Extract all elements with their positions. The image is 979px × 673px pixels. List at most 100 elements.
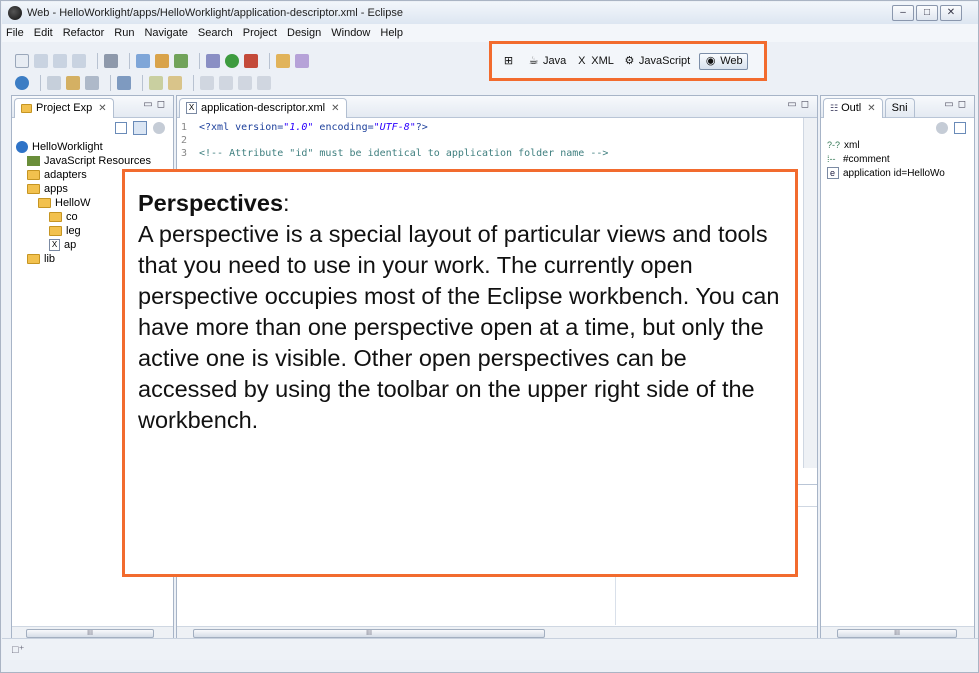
back-icon[interactable] — [238, 76, 252, 90]
callout-heading-colon: : — [283, 190, 290, 216]
maximize-button[interactable]: □ — [916, 5, 938, 21]
run-icon[interactable] — [225, 54, 239, 68]
outline-item[interactable]: e application id=HelloWo — [821, 166, 974, 180]
code-area[interactable]: 1 <?xml version="1.0" encoding="UTF-8"?> … — [177, 118, 817, 160]
perspective-xml[interactable]: X XML — [575, 55, 614, 68]
tab-project-explorer-label: Project Exp — [36, 102, 93, 114]
scrollbar-thumb[interactable]: III — [26, 629, 154, 638]
save-icon[interactable] — [34, 54, 48, 68]
save-all-icon[interactable] — [53, 54, 67, 68]
view-menu-icon[interactable] — [153, 122, 165, 134]
close-icon[interactable]: ✕ — [98, 103, 106, 114]
toggle-breadcrumb-icon[interactable] — [85, 76, 99, 90]
collapse-all-icon[interactable] — [954, 122, 966, 134]
toggle-word-wrap-icon[interactable] — [149, 76, 163, 90]
outline-item[interactable]: ⁞-- #comment — [821, 152, 974, 166]
new-java-project-icon[interactable] — [136, 54, 150, 68]
outline-tree: ?-? xml ⁞-- #comment e application id=HelloWo — [821, 138, 974, 180]
code-line: 3 <!-- Attribute "id" must be identical t… — [181, 148, 609, 159]
forward-icon[interactable] — [257, 76, 271, 90]
tree-item-label: lib — [44, 253, 56, 265]
toggle-mark-icon[interactable] — [47, 76, 61, 90]
menu-file[interactable]: File — [6, 27, 24, 39]
tree-item-label: co — [66, 211, 78, 223]
tab-application-descriptor[interactable]: X application-descriptor.xml ✕ — [179, 97, 347, 118]
globe-icon[interactable] — [15, 76, 29, 90]
eclipse-window: Web - HelloWorklight/apps/HelloWorklight… — [0, 0, 979, 673]
tab-snippets[interactable]: Sni — [884, 97, 915, 118]
project-explorer-toolbar — [12, 118, 173, 138]
print-icon[interactable] — [72, 54, 86, 68]
menu-search[interactable]: Search — [198, 27, 233, 39]
debug-icon[interactable] — [206, 54, 220, 68]
perspective-switcher: ⊞ ☕ Java X XML ⚙ JavaScript ◉ Web — [489, 41, 767, 81]
status-bar: □⁺ — [2, 638, 978, 660]
toolbar-separator — [110, 75, 111, 91]
scrollbar-thumb[interactable]: III — [193, 629, 545, 638]
outline-node-icon: ⁞-- — [827, 154, 836, 164]
search-icon[interactable] — [295, 54, 309, 68]
tab-snippets-label: Sni — [891, 102, 908, 114]
menu-bar: File Edit Refactor Run Navigate Search P… — [2, 24, 978, 42]
tab-outline[interactable]: ☷ Outl ✕ — [823, 97, 883, 118]
secondary-toolbar — [15, 73, 276, 93]
fast-view-icon[interactable]: □⁺ — [12, 643, 24, 656]
menu-refactor[interactable]: Refactor — [63, 27, 105, 39]
outline-tabbar: ☷ Outl ✕ Sni ▭◻ — [821, 96, 974, 118]
open-perspective-button[interactable]: ⊞ — [502, 55, 518, 68]
view-minimize-maximize[interactable]: ▭◻ — [143, 99, 169, 110]
pin-icon[interactable] — [117, 76, 131, 90]
menu-design[interactable]: Design — [287, 27, 321, 39]
javascript-perspective-icon: ⚙ — [624, 54, 635, 67]
toolbar-separator — [199, 53, 200, 69]
vertical-scrollbar[interactable] — [803, 118, 817, 468]
close-icon[interactable]: ✕ — [867, 103, 875, 114]
minimize-button[interactable]: – — [892, 5, 914, 21]
callout-heading-line: Perspectives: — [138, 188, 781, 219]
view-minimize-maximize[interactable]: ▭◻ — [787, 99, 813, 110]
perspective-javascript[interactable]: ⚙ JavaScript — [623, 55, 690, 68]
external-tools-icon[interactable] — [244, 54, 258, 68]
perspective-xml-label: XML — [591, 55, 614, 67]
tree-item-label: HelloWorklight — [32, 141, 103, 153]
view-minimize-maximize[interactable]: ▭◻ — [944, 99, 970, 110]
terminal-icon[interactable] — [104, 54, 118, 68]
menu-edit[interactable]: Edit — [34, 27, 53, 39]
menu-navigate[interactable]: Navigate — [144, 27, 187, 39]
xml-file-icon: X — [186, 102, 197, 114]
perspective-web[interactable]: ◉ Web — [699, 52, 748, 70]
link-with-editor-icon[interactable] — [133, 121, 147, 135]
eclipse-icon — [8, 6, 22, 20]
callout-heading: Perspectives — [138, 190, 284, 216]
open-perspective-icon: ⊞ — [503, 54, 514, 67]
open-type-icon[interactable] — [276, 54, 290, 68]
previous-annotation-icon[interactable] — [219, 76, 233, 90]
outline-item[interactable]: ?-? xml — [821, 138, 974, 152]
toolbar-separator — [40, 75, 41, 91]
tree-item[interactable]: JavaScript Resources — [16, 154, 173, 168]
menu-project[interactable]: Project — [243, 27, 277, 39]
perspective-java[interactable]: ☕ Java — [527, 55, 567, 68]
tree-item-label: leg — [66, 225, 81, 237]
close-button[interactable]: ✕ — [940, 5, 962, 21]
menu-help[interactable]: Help — [380, 27, 403, 39]
new-class-icon[interactable] — [174, 54, 188, 68]
window-controls: – □ ✕ — [890, 5, 962, 21]
next-annotation-icon[interactable] — [200, 76, 214, 90]
new-icon[interactable] — [15, 54, 29, 68]
sort-icon[interactable] — [936, 122, 948, 134]
tab-project-explorer[interactable]: Project Exp ✕ — [14, 97, 114, 118]
collapse-all-icon[interactable] — [115, 122, 127, 134]
show-whitespace-icon[interactable] — [168, 76, 182, 90]
menu-run[interactable]: Run — [114, 27, 134, 39]
tree-item[interactable]: HelloWorklight — [16, 140, 173, 154]
code-line: 2 — [181, 135, 188, 146]
close-icon[interactable]: ✕ — [331, 103, 339, 114]
menu-window[interactable]: Window — [331, 27, 370, 39]
window-title: Web - HelloWorklight/apps/HelloWorklight… — [27, 7, 403, 19]
build-icon[interactable] — [66, 76, 80, 90]
outline-node-icon: e — [827, 167, 839, 179]
scrollbar-thumb[interactable]: III — [837, 629, 957, 638]
web-perspective-icon: ◉ — [705, 54, 716, 67]
new-package-icon[interactable] — [155, 54, 169, 68]
